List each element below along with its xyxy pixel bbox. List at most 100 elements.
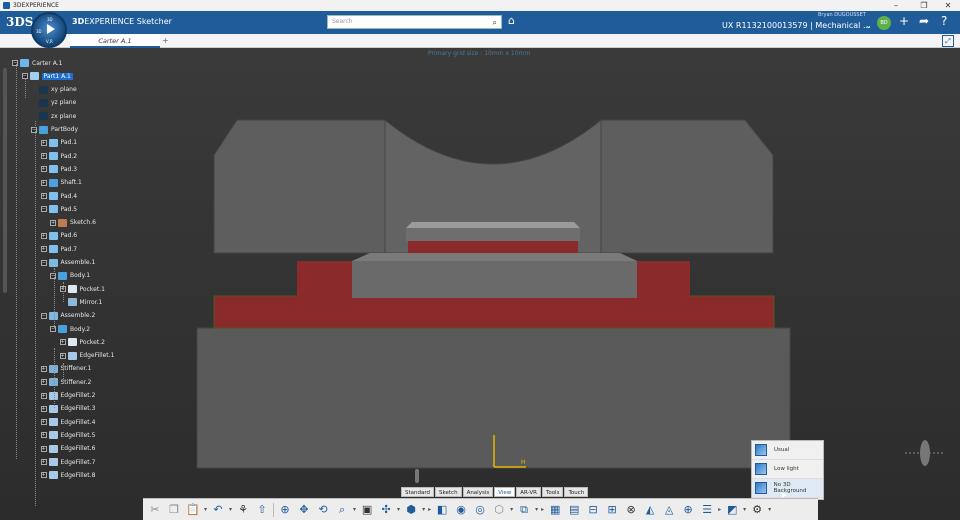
tree-node[interactable]: + Pad.1 bbox=[40, 138, 77, 148]
tree-node[interactable]: + EdgeFillet.4 bbox=[40, 417, 95, 427]
tree-expander-icon[interactable]: − bbox=[31, 126, 37, 133]
search-input[interactable]: Search ⌕ bbox=[327, 15, 502, 29]
background-option[interactable]: Low light bbox=[752, 460, 823, 479]
rotate-icon[interactable]: ⟲ bbox=[315, 502, 331, 518]
tree-node[interactable]: Mirror.1 bbox=[60, 297, 102, 307]
tree-expander-icon[interactable]: − bbox=[12, 60, 18, 66]
properties-icon[interactable]: ⧉ bbox=[516, 502, 532, 518]
center-boss[interactable] bbox=[352, 261, 637, 298]
tree-expander-icon[interactable]: + bbox=[40, 405, 47, 412]
tree-node[interactable]: + EdgeFillet.1 bbox=[59, 351, 114, 361]
hide-show-icon[interactable]: ◧ bbox=[434, 502, 450, 518]
tree-node[interactable]: + Pad.2 bbox=[40, 151, 77, 161]
play-icon[interactable] bbox=[47, 24, 55, 34]
tree-expander-icon[interactable]: + bbox=[59, 339, 66, 346]
tree-node[interactable]: + Pad.6 bbox=[40, 231, 77, 241]
render-icon[interactable]: ◉ bbox=[453, 502, 469, 518]
tree-expander-icon[interactable]: + bbox=[50, 219, 56, 226]
settings-dropdown-icon[interactable]: ▾ bbox=[768, 506, 771, 513]
tree-node[interactable]: + EdgeFillet.2 bbox=[40, 391, 95, 401]
red-ring[interactable] bbox=[408, 241, 578, 253]
zoom-icon[interactable]: ⊕ bbox=[277, 502, 293, 518]
tree-node[interactable]: − Carter A.1 bbox=[12, 58, 62, 68]
tree-node[interactable]: − Body.2 bbox=[50, 324, 90, 334]
collab-space-selector[interactable]: UX R1132100013579 | Mechanical ... bbox=[722, 21, 871, 30]
copy-icon[interactable]: ❐ bbox=[166, 502, 182, 518]
tree-node[interactable]: − PartBody bbox=[31, 125, 78, 135]
tree-node[interactable]: + Sketch.6 bbox=[50, 218, 96, 228]
section-icon[interactable]: ⊟ bbox=[585, 502, 601, 518]
expand-icon[interactable]: ⤢ bbox=[942, 35, 954, 47]
tree-node[interactable]: − Assemble.1 bbox=[40, 258, 95, 268]
tree-expander-icon[interactable]: + bbox=[40, 419, 47, 426]
manipulate-icon[interactable]: ⚘ bbox=[235, 502, 251, 518]
lip-body[interactable] bbox=[406, 228, 580, 241]
action-bar[interactable]: ✂ ❐ 📋 ▾ ↶ ▾ ⚘ ⇧ ⊕ ✥ ⟲ ⌕ ▾ ▣ ✣ ▾ ⬢ ▾ ▸ ◧ … bbox=[143, 498, 818, 520]
properties-dropdown-icon[interactable]: ▾ bbox=[535, 506, 538, 513]
tree-expander-icon[interactable]: − bbox=[40, 259, 47, 266]
tree-expander-icon[interactable]: + bbox=[40, 166, 47, 173]
add-tab-button[interactable]: + bbox=[162, 34, 172, 48]
background-icon[interactable]: ◩ bbox=[724, 502, 740, 518]
tree-expander-icon[interactable]: + bbox=[40, 365, 47, 372]
compass-navigation-icon[interactable] bbox=[905, 438, 945, 478]
tree-node[interactable]: − Part1 A.1 bbox=[21, 71, 73, 81]
tab-ar-vr[interactable]: AR-VR bbox=[516, 487, 541, 497]
compare-icon[interactable]: ⊕ bbox=[680, 502, 696, 518]
tree-node[interactable]: + Pad.4 bbox=[40, 191, 77, 201]
tab-view[interactable]: View bbox=[494, 487, 516, 497]
share-icon[interactable]: ➦ bbox=[919, 14, 929, 28]
export-icon[interactable]: ⇧ bbox=[254, 502, 270, 518]
tree-node[interactable]: + EdgeFillet.8 bbox=[40, 470, 95, 480]
tree-node[interactable]: − Body.1 bbox=[50, 271, 90, 281]
tree-node[interactable]: + EdgeFillet.5 bbox=[40, 430, 95, 440]
compass-icon[interactable]: 3D 3D V,R bbox=[31, 12, 67, 48]
red-flange[interactable] bbox=[213, 295, 775, 329]
tree-expander-icon[interactable]: − bbox=[40, 206, 47, 213]
tree-expander-icon[interactable]: + bbox=[40, 193, 47, 199]
3d-viewport[interactable]: Primary grid size : 10mm x 10mm H − Carte… bbox=[0, 48, 960, 520]
paste-icon[interactable]: 📋 bbox=[185, 502, 201, 518]
avatar[interactable]: BD bbox=[877, 16, 891, 30]
pan-icon[interactable]: ✥ bbox=[296, 502, 312, 518]
tree-node[interactable]: zx plane bbox=[31, 111, 76, 121]
apply-material-icon[interactable]: ◬ bbox=[661, 502, 677, 518]
tree-expander-icon[interactable]: + bbox=[40, 459, 47, 465]
grid-icon[interactable]: ▦ bbox=[547, 502, 563, 518]
specification-tree[interactable]: − Carter A.1 − Part1 A.1 xy plane yz plane zx … bbox=[0, 58, 210, 506]
tree-expander-icon[interactable]: + bbox=[40, 139, 47, 146]
background-option[interactable]: Usual bbox=[752, 441, 823, 460]
tree-expander-icon[interactable]: + bbox=[40, 232, 47, 239]
material-icon[interactable]: ⬡ bbox=[491, 502, 507, 518]
panel-handle[interactable] bbox=[415, 469, 419, 483]
cut-icon[interactable]: ✂ bbox=[147, 502, 163, 518]
zoom-area-icon[interactable]: ⌕ bbox=[334, 502, 350, 518]
paste-dropdown-icon[interactable]: ▾ bbox=[204, 506, 207, 513]
material-dropdown-icon[interactable]: ▾ bbox=[510, 506, 513, 513]
tree-expander-icon[interactable]: + bbox=[59, 352, 66, 359]
tree-expander-icon[interactable]: + bbox=[40, 392, 47, 399]
tree-node[interactable]: xy plane bbox=[31, 85, 77, 95]
help-icon[interactable]: ? bbox=[941, 14, 947, 28]
tree-node[interactable]: − Pad.5 bbox=[40, 204, 77, 214]
tree-node[interactable]: + Stiffener.2 bbox=[40, 377, 91, 387]
tree-expander-icon[interactable]: + bbox=[40, 472, 47, 479]
background-dropdown-icon[interactable]: ▾ bbox=[743, 506, 746, 513]
tree-node[interactable]: yz plane bbox=[31, 98, 76, 108]
tree-node[interactable]: + Pad.3 bbox=[40, 164, 77, 174]
tab-sketch[interactable]: Sketch bbox=[435, 487, 462, 497]
cut-by-plane-icon[interactable]: ⊞ bbox=[604, 502, 620, 518]
tree-node[interactable]: + EdgeFillet.7 bbox=[40, 457, 95, 467]
undo-dropdown-icon[interactable]: ▾ bbox=[229, 506, 232, 513]
list-icon[interactable]: ☰ bbox=[699, 502, 715, 518]
maximize-button[interactable]: ❐ bbox=[913, 0, 935, 11]
tree-node[interactable]: + EdgeFillet.3 bbox=[40, 404, 95, 414]
tree-expander-icon[interactable]: + bbox=[40, 379, 47, 386]
tab-standard[interactable]: Standard bbox=[401, 487, 435, 497]
dassault-logo-icon[interactable]: 3DS bbox=[6, 15, 33, 30]
capture-icon[interactable]: ▣ bbox=[359, 502, 375, 518]
tree-node[interactable]: + Pocket.1 bbox=[59, 284, 105, 294]
measure-icon[interactable]: ◭ bbox=[642, 502, 658, 518]
boss-chamfer[interactable] bbox=[352, 253, 637, 261]
tree-expander-icon[interactable]: + bbox=[40, 432, 47, 439]
